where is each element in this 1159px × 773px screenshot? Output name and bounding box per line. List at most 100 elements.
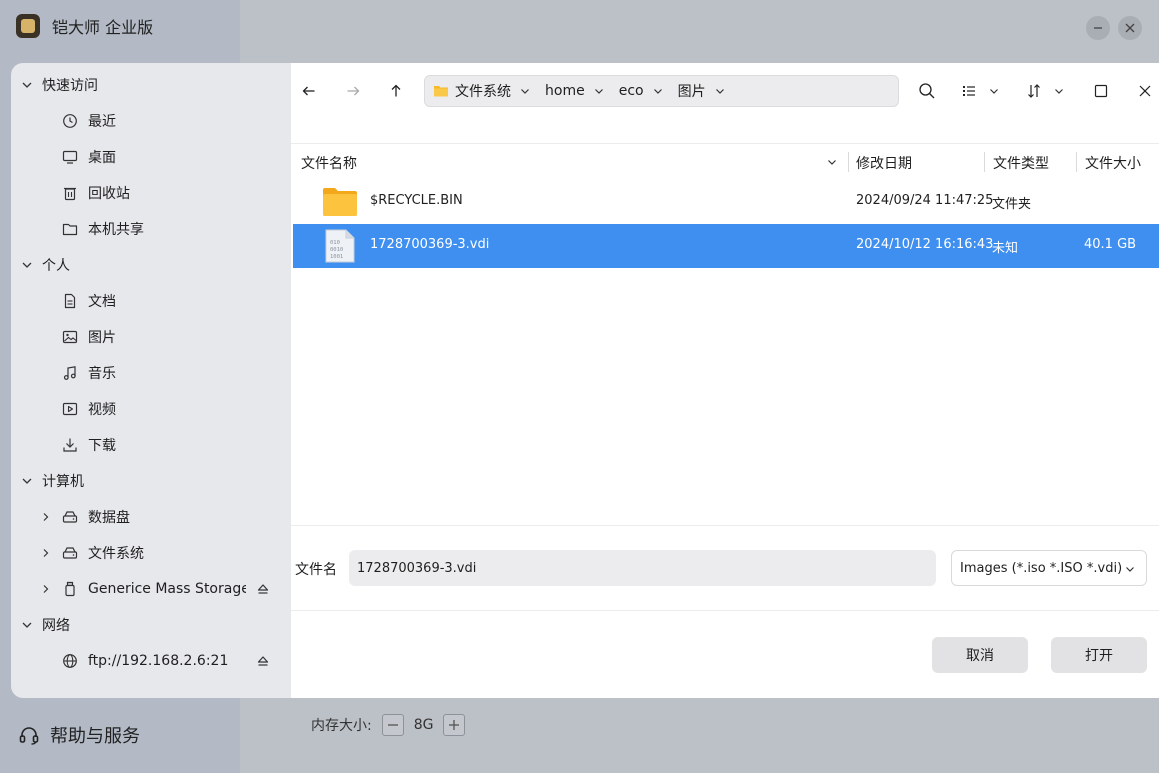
window-close-button[interactable] [1118, 16, 1142, 40]
file-type: 文件夹 [992, 197, 1032, 212]
sidebar-item-local-share[interactable]: 本机共享 [11, 211, 291, 247]
chevron-down-icon [594, 89, 603, 94]
memory-increase-button[interactable] [443, 714, 466, 736]
filename-input[interactable]: 1728700369-3.vdi [349, 550, 936, 586]
breadcrumb-item[interactable]: eco [619, 83, 664, 99]
sort-chevron-down-icon[interactable] [826, 156, 838, 168]
table-row[interactable]: $RECYCLE.BIN 2024/09/24 11:47:25 文件夹 [293, 180, 1159, 224]
breadcrumb-item[interactable]: home [545, 83, 605, 99]
memory-value: 8G [413, 717, 434, 733]
arrow-left-icon [302, 86, 315, 96]
file-modified: 2024/09/24 11:47:25 [856, 193, 994, 208]
arrow-up-icon [391, 84, 401, 97]
sidebar-item-pictures[interactable]: 图片 [11, 319, 291, 355]
help-service-item[interactable]: 帮助与服务 [18, 722, 140, 748]
sidebar-item-trash[interactable]: 回收站 [11, 175, 291, 211]
up-button[interactable] [384, 79, 408, 103]
breadcrumb-label: eco [618, 83, 644, 99]
close-icon [1125, 23, 1135, 33]
sidebar-group-personal[interactable]: 个人 [11, 247, 291, 283]
breadcrumb-item[interactable]: 图片 [678, 81, 726, 101]
forward-button[interactable] [341, 79, 365, 103]
folder-icon [323, 188, 357, 216]
column-header-name[interactable]: 文件名称 [301, 153, 357, 172]
headset-icon [19, 727, 39, 745]
chevron-right-icon[interactable] [40, 547, 52, 559]
chevron-down-icon [22, 262, 32, 268]
breadcrumb-label: 文件系统 [455, 84, 511, 100]
image-icon [62, 330, 78, 344]
sidebar-item-label: 音乐 [88, 366, 116, 382]
sidebar-item-label: 本机共享 [88, 222, 144, 238]
folder-icon [62, 223, 78, 236]
help-label: 帮助与服务 [50, 726, 140, 747]
sidebar-item-data-disk[interactable]: 数据盘 [11, 499, 291, 535]
chevron-right-icon[interactable] [40, 583, 52, 595]
sort-button[interactable] [1022, 79, 1046, 103]
footer-divider [291, 525, 1159, 526]
sidebar-item-recent[interactable]: 最近 [11, 103, 291, 139]
minus-icon [387, 724, 398, 726]
column-header-size[interactable]: 文件大小 [1085, 153, 1141, 172]
toolbar-divider [291, 143, 1159, 144]
view-mode-dropdown[interactable] [982, 79, 1006, 103]
chevron-down-icon [22, 622, 32, 628]
sort-dropdown[interactable] [1047, 79, 1071, 103]
maximize-button[interactable] [1089, 79, 1113, 103]
column-divider [1076, 152, 1077, 172]
sidebar-item-label: 最近 [88, 114, 116, 130]
filter-value: Images (*.iso *.ISO *.vdi) [960, 560, 1123, 576]
sidebar-item-downloads[interactable]: 下载 [11, 427, 291, 463]
document-icon [64, 293, 76, 309]
usb-icon [65, 581, 75, 597]
memory-decrease-button[interactable] [381, 714, 404, 736]
dialog-close-button[interactable] [1133, 79, 1157, 103]
svg-text:0010: 0010 [330, 247, 343, 253]
chevron-down-icon [715, 89, 724, 94]
column-header-modified[interactable]: 修改日期 [856, 153, 912, 172]
sidebar-item-music[interactable]: 音乐 [11, 355, 291, 391]
search-button[interactable] [915, 79, 939, 103]
open-button[interactable]: 打开 [1051, 637, 1147, 673]
drive-icon [62, 511, 78, 523]
sidebar-item-desktop[interactable]: 桌面 [11, 139, 291, 175]
eject-icon[interactable] [256, 654, 270, 668]
memory-label: 内存大小: [311, 718, 372, 734]
sidebar-item-label: 数据盘 [88, 510, 130, 526]
minimize-button[interactable] [1086, 16, 1110, 40]
sidebar-item-label: 回收站 [88, 186, 130, 202]
clock-icon [63, 114, 77, 128]
table-row-selected[interactable]: 010 0010 1001 1728700369-3.vdi 2024/10/1… [293, 224, 1159, 268]
sidebar-group-computer[interactable]: 计算机 [11, 463, 291, 499]
file-type: 未知 [992, 241, 1019, 256]
file-size: 40.1 GB [1084, 237, 1137, 252]
sidebar-group-network[interactable]: 网络 [11, 607, 291, 643]
sidebar-item-videos[interactable]: 视频 [11, 391, 291, 427]
drive-icon [62, 547, 78, 559]
list-view-icon [963, 86, 975, 96]
eject-icon[interactable] [256, 582, 270, 596]
svg-text:010: 010 [330, 240, 340, 246]
chevron-down-icon [22, 82, 32, 88]
sidebar-group-quick-access[interactable]: 快速访问 [11, 67, 291, 103]
list-view-button[interactable] [957, 79, 981, 103]
search-icon [919, 83, 935, 99]
back-button[interactable] [297, 79, 321, 103]
chevron-right-icon[interactable] [40, 511, 52, 523]
column-divider [848, 152, 849, 172]
plus-icon [449, 720, 460, 730]
sidebar-item-ftp[interactable]: ftp://192.168.2.6:21 [11, 643, 291, 679]
column-header-type[interactable]: 文件类型 [993, 153, 1049, 172]
file-type-filter-select[interactable]: Images (*.iso *.ISO *.vdi) [951, 550, 1147, 586]
sidebar-item-usb-storage[interactable]: Generice Mass Storage … [11, 571, 291, 607]
cancel-button[interactable]: 取消 [932, 637, 1028, 673]
memory-size-control: 内存大小: 8G [311, 714, 466, 736]
footer-divider [291, 610, 1159, 611]
sidebar-item-file-system[interactable]: 文件系统 [11, 535, 291, 571]
file-modified: 2024/10/12 16:16:43 [856, 237, 994, 252]
svg-text:1001: 1001 [330, 254, 343, 260]
breadcrumb-item[interactable]: 文件系统 [455, 81, 531, 101]
sort-icon [1028, 84, 1040, 98]
sidebar-item-label: 文件系统 [88, 546, 144, 562]
sidebar-item-documents[interactable]: 文档 [11, 283, 291, 319]
